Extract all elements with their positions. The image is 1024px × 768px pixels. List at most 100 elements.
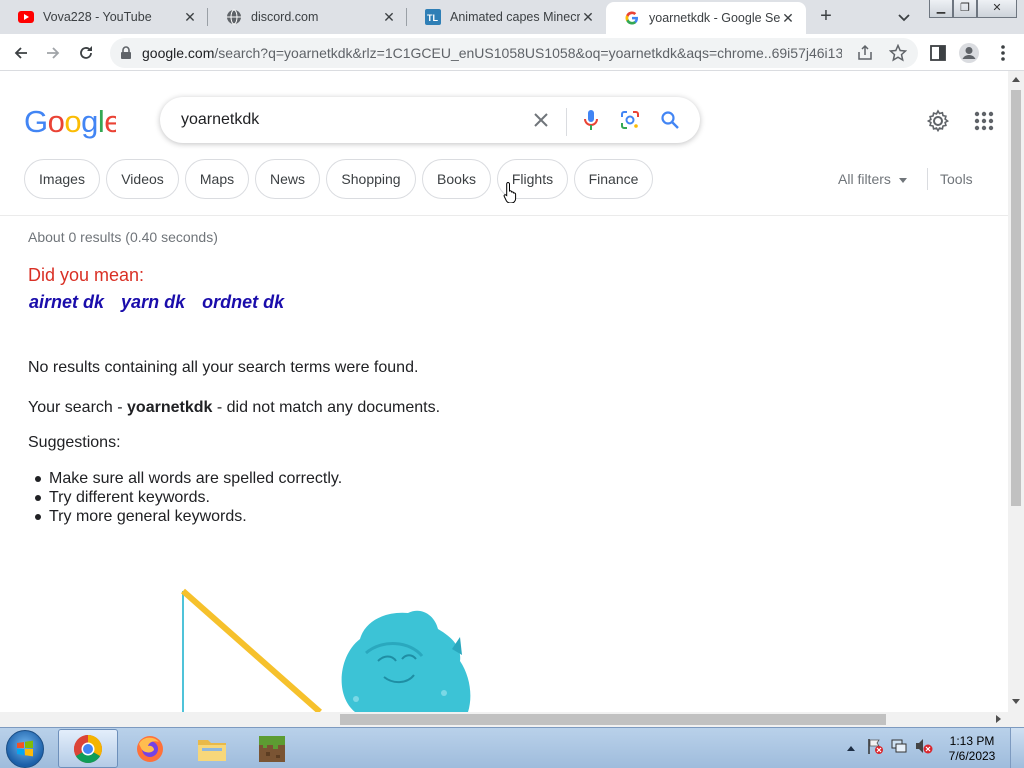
filter-chip-news[interactable]: News: [255, 159, 320, 199]
search-results-page: Google yoarnetkdk Images Videos Maps New…: [0, 71, 1008, 712]
address-bar[interactable]: google.com/search?q=yoarnetkdk&rlz=1C1GC…: [110, 38, 918, 68]
clear-search-icon[interactable]: [529, 108, 553, 132]
reload-icon: [80, 46, 92, 59]
filter-chip-maps[interactable]: Maps: [185, 159, 249, 199]
windows-taskbar: 1:13 PM 7/6/2023: [0, 727, 1024, 768]
screen: Vova228 - YouTube ✕ discord.com ✕ TL Ani…: [0, 0, 1024, 768]
minimize-button[interactable]: ▁: [929, 0, 953, 18]
tab-title: discord.com: [251, 10, 319, 24]
show-hidden-icons-arrow-icon[interactable]: [846, 741, 856, 759]
youtube-icon: [18, 9, 34, 25]
google-logo[interactable]: Google: [24, 104, 122, 147]
search-divider: [566, 108, 567, 136]
header-divider: [0, 215, 1008, 216]
maximize-button[interactable]: ❐: [953, 0, 977, 18]
your-search-term: yoarnetkdk: [127, 399, 213, 416]
firefox-icon: [137, 735, 163, 762]
suggestions-list: Make sure all words are spelled correctl…: [34, 469, 342, 526]
chrome-icon: [74, 734, 102, 763]
taskbar-chrome[interactable]: [58, 729, 118, 768]
minecraft-grass-block-icon: [259, 735, 285, 762]
your-search-message: Your search - yoarnetkdk - did not match…: [28, 399, 440, 417]
spelling-suggestions: airnet dk yarn dk ordnet dk: [29, 292, 296, 313]
svg-text:Google: Google: [24, 105, 116, 139]
result-stats: About 0 results (0.40 seconds): [28, 229, 218, 245]
vertical-scroll-thumb[interactable]: [1011, 90, 1021, 506]
no-results-message: No results containing all your search te…: [28, 359, 419, 376]
action-center-flag-icon[interactable]: [866, 737, 884, 760]
side-panel-icon: [930, 45, 946, 61]
start-button[interactable]: [6, 730, 44, 768]
tab-discord[interactable]: discord.com ✕: [208, 0, 407, 34]
lens-camera-icon[interactable]: [618, 108, 642, 132]
scroll-right-arrow-icon[interactable]: [996, 715, 1001, 723]
google-icon: [624, 10, 640, 26]
filter-chip-finance[interactable]: Finance: [574, 159, 653, 199]
tab-google-search[interactable]: yoarnetkdk - Google Search ✕: [606, 2, 806, 34]
filter-chip-shopping[interactable]: Shopping: [326, 159, 416, 199]
microphone-icon[interactable]: [579, 108, 603, 132]
back-button[interactable]: [8, 40, 34, 66]
filter-chip-books[interactable]: Books: [422, 159, 491, 199]
side-panel-button[interactable]: [925, 40, 951, 66]
profile-button[interactable]: [956, 40, 982, 66]
close-tab-icon[interactable]: ✕: [780, 10, 796, 26]
new-tab-button[interactable]: +: [814, 5, 838, 29]
google-apps-grid-icon[interactable]: [974, 111, 994, 136]
show-desktop-button[interactable]: [1010, 728, 1024, 768]
caret-down-icon: [898, 177, 907, 183]
tools-button[interactable]: Tools: [940, 171, 973, 187]
scroll-down-arrow-icon[interactable]: [1012, 699, 1020, 704]
close-tab-icon[interactable]: ✕: [580, 9, 596, 25]
reload-button[interactable]: [73, 40, 99, 66]
forward-button[interactable]: [40, 40, 66, 66]
tab-strip: Vova228 - YouTube ✕ discord.com ✕ TL Ani…: [0, 0, 1024, 34]
taskbar-minecraft[interactable]: [242, 729, 302, 768]
close-tab-icon[interactable]: ✕: [182, 9, 198, 25]
lock-icon[interactable]: [120, 46, 132, 65]
tab-youtube[interactable]: Vova228 - YouTube ✕: [0, 0, 208, 34]
your-search-suffix: - did not match any documents.: [212, 399, 441, 416]
taskbar-firefox[interactable]: [120, 729, 180, 768]
did-you-mean-label: Did you mean:: [28, 265, 145, 285]
windows-logo-icon: [17, 740, 33, 757]
scroll-up-arrow-icon[interactable]: [1012, 77, 1020, 82]
suggestion-link[interactable]: airnet dk: [29, 292, 104, 312]
horizontal-scroll-thumb[interactable]: [340, 714, 886, 725]
url-host: google.com: [142, 45, 215, 61]
suggestion-link[interactable]: yarn dk: [121, 292, 185, 312]
close-tab-icon[interactable]: ✕: [381, 9, 397, 25]
browser-toolbar: google.com/search?q=yoarnetkdk&rlz=1C1GC…: [0, 34, 1024, 71]
close-window-button[interactable]: ✕: [977, 0, 1017, 18]
search-input[interactable]: yoarnetkdk: [181, 111, 259, 129]
share-icon[interactable]: [856, 44, 874, 67]
tab-title: Animated capes Minecraft: [450, 10, 580, 24]
taskbar-file-explorer[interactable]: [182, 729, 242, 768]
network-icon[interactable]: [890, 737, 908, 760]
browser-menu-button[interactable]: [990, 40, 1016, 66]
suggestions-heading: Suggestions:: [28, 434, 121, 451]
volume-muted-icon[interactable]: [914, 737, 934, 760]
filter-chip-videos[interactable]: Videos: [106, 159, 179, 199]
list-item: Try more general keywords.: [34, 507, 342, 526]
tab-search-chevron-icon[interactable]: [894, 7, 914, 27]
filter-chip-images[interactable]: Images: [24, 159, 100, 199]
folder-icon: [198, 739, 226, 761]
settings-gear-icon[interactable]: [926, 109, 950, 138]
globe-icon: [226, 9, 242, 25]
svg-text:TL: TL: [427, 13, 438, 23]
clock-date: 7/6/2023: [948, 749, 996, 763]
hand-cursor-icon: [503, 181, 519, 208]
all-filters-dropdown[interactable]: All filters: [838, 171, 907, 187]
system-clock[interactable]: 1:13 PM 7/6/2023: [946, 734, 998, 764]
bookmark-star-icon[interactable]: [888, 43, 908, 67]
back-arrow-icon: [14, 47, 27, 59]
tab-capes[interactable]: TL Animated capes Minecraft ✕: [407, 0, 606, 34]
your-search-prefix: Your search -: [28, 399, 128, 416]
suggestion-link[interactable]: ordnet dk: [202, 292, 284, 312]
search-box[interactable]: yoarnetkdk: [160, 97, 700, 143]
all-filters-label: All filters: [838, 171, 891, 187]
search-icon[interactable]: [658, 108, 682, 132]
tab-title: yoarnetkdk - Google Search: [649, 11, 780, 25]
list-item: Try different keywords.: [34, 488, 342, 507]
